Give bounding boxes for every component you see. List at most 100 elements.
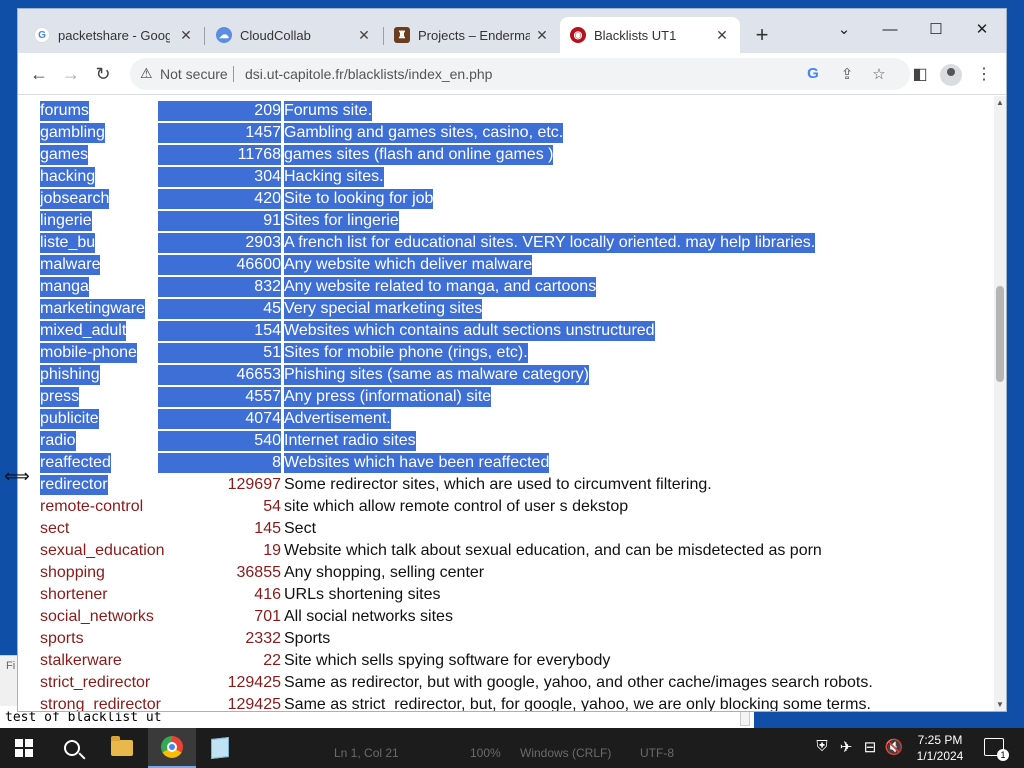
category-link[interactable]: forums xyxy=(40,101,89,121)
category-link[interactable]: shortener xyxy=(40,585,108,605)
blacklist-row: shortener 416 URLs shortening sites xyxy=(18,584,994,606)
blacklist-row: games 11768 games sites (flash and online … xyxy=(18,144,994,166)
category-link[interactable]: manga xyxy=(40,277,89,297)
chrome-taskbar-button[interactable] xyxy=(148,728,196,768)
category-link[interactable]: mobile-phone xyxy=(40,343,137,363)
category-link[interactable]: phishing xyxy=(40,365,100,385)
blacklist-row: marketingware 45 Very special marketing si… xyxy=(18,298,994,320)
category-link[interactable]: liste_bu xyxy=(40,233,96,253)
minimize-button[interactable]: — xyxy=(870,15,910,43)
network-disconnected-icon[interactable]: ✈ xyxy=(836,738,856,756)
category-description: Internet radio sites xyxy=(284,431,416,451)
profile-avatar[interactable] xyxy=(940,64,962,86)
reload-button[interactable]: ↻ xyxy=(90,61,116,87)
category-link[interactable]: strict_redirector xyxy=(40,673,150,693)
category-link[interactable]: games xyxy=(40,145,89,165)
site-count: 416 xyxy=(254,586,281,603)
blacklist-row: mobile-phone 51 Sites for mobile phone (ri… xyxy=(18,342,994,364)
category-link[interactable]: publicite xyxy=(40,409,99,429)
close-icon[interactable]: ✕ xyxy=(534,27,550,44)
blacklist-row: social_networks 701 All social networks si… xyxy=(18,606,994,628)
volume-muted-icon[interactable]: 🔇 xyxy=(884,738,904,756)
menu-kebab-icon[interactable]: ⋮ xyxy=(974,64,994,84)
category-description: Any press (informational) site xyxy=(284,387,492,407)
browser-toolbar: ← → ↻ ⚠ Not secure dsi.ut-capitole.fr/bl… xyxy=(18,53,1006,95)
tab-blacklists-ut1[interactable]: ◉ Blacklists UT1 ✕ xyxy=(560,17,740,53)
network-icon[interactable]: ⊟ xyxy=(860,738,880,756)
site-count: 46653 xyxy=(158,365,281,385)
category-link[interactable]: social_networks xyxy=(40,607,154,627)
back-button[interactable]: ← xyxy=(26,61,52,87)
security-label[interactable]: Not secure xyxy=(160,66,228,82)
share-icon[interactable]: ⇪ xyxy=(838,65,856,83)
category-link[interactable]: gambling xyxy=(40,123,105,143)
side-panel-icon[interactable]: ◧ xyxy=(910,64,930,84)
blacklist-row: reaffected 8 Websites which have been reaf… xyxy=(18,452,994,474)
category-link[interactable]: redirector xyxy=(40,475,108,495)
site-count: 54 xyxy=(263,498,281,515)
site-count: 4557 xyxy=(158,387,281,407)
bookmark-star-icon[interactable]: ☆ xyxy=(870,65,888,83)
site-count: 11768 xyxy=(158,145,281,165)
blacklist-row: forums 209 Forums site. xyxy=(18,100,994,122)
category-link[interactable]: remote-control xyxy=(40,497,143,517)
scrollbar-thumb[interactable] xyxy=(996,286,1004,382)
close-icon[interactable]: ✕ xyxy=(714,27,730,44)
site-count: 51 xyxy=(158,343,281,363)
file-explorer-button[interactable] xyxy=(98,728,146,768)
notepad-taskbar-button[interactable] xyxy=(196,728,244,768)
address-bar[interactable]: ⚠ Not secure dsi.ut-capitole.fr/blacklis… xyxy=(130,58,910,90)
category-link[interactable]: jobsearch xyxy=(40,189,110,209)
site-count: 19 xyxy=(263,542,281,559)
tab-search-button[interactable]: ⌄ xyxy=(824,15,864,43)
close-icon[interactable]: ✕ xyxy=(356,27,372,44)
close-window-button[interactable]: ✕ xyxy=(962,15,1002,43)
blacklist-row: sect 145 Sect xyxy=(18,518,994,540)
shield-icon[interactable]: ⛨ xyxy=(812,738,832,755)
category-link[interactable]: reaffected xyxy=(40,453,111,473)
category-description: Site to looking for job xyxy=(284,189,434,209)
clock-date: 1/1/2024 xyxy=(916,749,964,763)
category-description: Gambling and games sites, casino, etc. xyxy=(284,123,564,143)
category-link[interactable]: malware xyxy=(40,255,101,275)
google-lens-icon[interactable]: G xyxy=(804,65,822,82)
category-description: games sites (flash and online games ) xyxy=(284,145,554,165)
category-link[interactable]: shopping xyxy=(40,563,105,583)
tab-packetshare[interactable]: G packetshare - Google ✕ xyxy=(24,17,204,53)
search-button[interactable] xyxy=(48,728,96,768)
blacklist-row: strict_redirector 129425 Same as redirecto… xyxy=(18,672,994,694)
notification-center-button[interactable]: 1 xyxy=(984,738,1009,761)
close-icon[interactable]: ✕ xyxy=(178,27,194,44)
category-link[interactable]: sexual_education xyxy=(40,541,165,561)
category-link[interactable]: radio xyxy=(40,431,76,451)
notepad-status-line-ending: Windows (CRLF) xyxy=(520,746,612,760)
warning-icon[interactable]: ⚠ xyxy=(140,65,153,82)
notepad-icon xyxy=(211,737,229,759)
category-link[interactable]: sports xyxy=(40,629,84,649)
category-link[interactable]: hacking xyxy=(40,167,96,187)
notepad-scrollbar[interactable] xyxy=(740,710,750,726)
blacklist-row: lingerie 91 Sites for lingerie xyxy=(18,210,994,232)
url-text[interactable]: dsi.ut-capitole.fr/blacklists/index_en.p… xyxy=(245,66,492,82)
category-link[interactable]: press xyxy=(40,387,80,407)
category-link[interactable]: sect xyxy=(40,519,69,539)
new-tab-button[interactable]: + xyxy=(750,23,774,47)
notepad-status-position: Ln 1, Col 21 xyxy=(334,746,399,760)
tab-projects-enderman[interactable]: ♜ Projects – Enderman ✕ xyxy=(384,17,560,53)
maximize-button[interactable]: ☐ xyxy=(916,15,956,43)
scroll-down-arrow-icon[interactable]: ▼ xyxy=(996,700,1004,709)
ut1-icon: ◉ xyxy=(570,27,586,43)
forward-button[interactable]: → xyxy=(58,61,84,87)
category-link[interactable]: marketingware xyxy=(40,299,145,319)
blacklist-row: mixed_adult 154 Websites which contains ad… xyxy=(18,320,994,342)
scroll-up-arrow-icon[interactable]: ▲ xyxy=(996,98,1004,107)
category-link[interactable]: stalkerware xyxy=(40,651,122,671)
start-button[interactable] xyxy=(0,728,48,768)
system-clock[interactable]: 7:25 PM 1/1/2024 xyxy=(908,732,972,764)
tab-cloudcollab[interactable]: ☁ CloudCollab ✕ xyxy=(206,17,382,53)
category-link[interactable]: lingerie xyxy=(40,211,92,231)
page-scrollbar[interactable]: ▲ ▼ xyxy=(994,96,1006,711)
notepad-text[interactable]: test of blacklist ut xyxy=(5,710,162,725)
category-link[interactable]: strong_redirector xyxy=(40,695,161,711)
category-link[interactable]: mixed_adult xyxy=(40,321,127,341)
